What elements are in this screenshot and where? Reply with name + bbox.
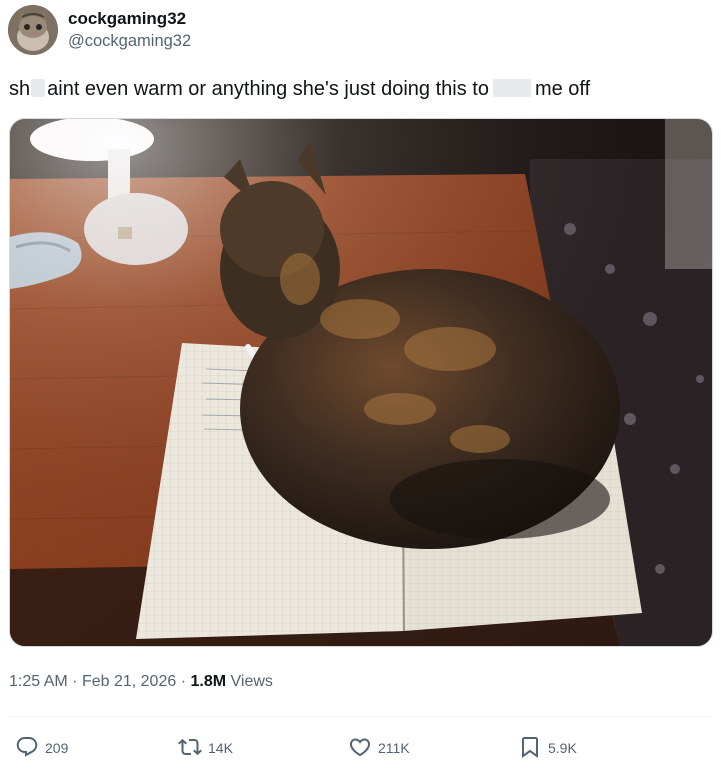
tweet-header: cockgaming32 @cockgaming32: [8, 4, 191, 56]
redaction-block: [492, 79, 531, 97]
tweet-time[interactable]: 1:25 AM: [9, 673, 68, 690]
heart-icon: [348, 735, 378, 762]
display-name[interactable]: cockgaming32: [68, 8, 191, 30]
retweet-count: 14K: [208, 740, 233, 756]
tweet-text: sh aint even warm or anything she's just …: [9, 76, 590, 102]
views-label: Views: [230, 673, 273, 690]
reply-icon: [15, 735, 45, 762]
meta-separator: ·: [72, 673, 78, 690]
like-count: 211K: [378, 740, 410, 756]
tweet-photo[interactable]: [9, 118, 713, 647]
tweet-text-part-2: aint even warm or anything she's just do…: [47, 78, 489, 100]
tweet-text-part-3: me off: [534, 78, 591, 100]
avatar[interactable]: [8, 5, 58, 55]
meta-separator: ·: [180, 673, 187, 690]
tweet-text-part-1: sh: [9, 78, 31, 100]
views-count: 1.8M: [190, 673, 227, 690]
retweet-button[interactable]: 14K: [178, 734, 233, 762]
reply-button[interactable]: 209: [15, 734, 68, 762]
bookmark-icon: [518, 735, 548, 762]
bookmark-button[interactable]: 5.9K: [518, 734, 577, 762]
reply-count: 209: [45, 740, 69, 756]
redaction-block: [31, 79, 46, 97]
retweet-icon: [178, 735, 208, 762]
divider: [9, 716, 713, 717]
tweet-date[interactable]: Feb 21, 2026: [82, 673, 176, 690]
bookmark-count: 5.9K: [548, 740, 577, 756]
tweet-meta: 1:25 AM · Feb 21, 2026 · 1.8M Views: [9, 672, 273, 692]
action-bar: 209 14K 211K 5.9K: [0, 734, 721, 762]
like-button[interactable]: 211K: [348, 734, 410, 762]
user-handle[interactable]: @cockgaming32: [68, 30, 191, 52]
